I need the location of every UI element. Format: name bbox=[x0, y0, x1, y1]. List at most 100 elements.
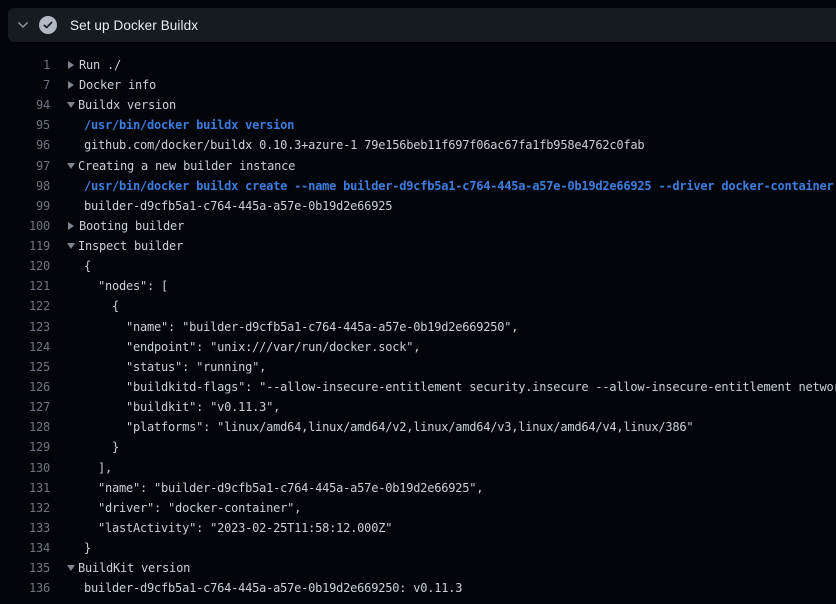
group-title[interactable]: Inspect builder bbox=[78, 236, 183, 256]
line-number[interactable]: 119 bbox=[0, 236, 50, 256]
log-viewer: 1Run ./7Docker info94Buildx version95/us… bbox=[0, 55, 836, 599]
log-line: 130 ], bbox=[0, 458, 836, 478]
output-text: builder-d9cfb5a1-c764-445a-a57e-0b19d2e6… bbox=[50, 578, 462, 598]
log-line: 127 "buildkit": "v0.11.3", bbox=[0, 397, 836, 417]
output-text: "name": "builder-d9cfb5a1-c764-445a-a57e… bbox=[50, 478, 483, 498]
line-number[interactable]: 129 bbox=[0, 437, 50, 457]
output-text: "driver": "docker-container", bbox=[50, 498, 301, 518]
log-line: 95/usr/bin/docker buildx version bbox=[0, 115, 836, 135]
log-group-toggle[interactable]: Inspect builder bbox=[50, 236, 183, 256]
line-number[interactable]: 134 bbox=[0, 538, 50, 558]
log-line: 128 "platforms": "linux/amd64,linux/amd6… bbox=[0, 417, 836, 437]
triangle-down-icon[interactable] bbox=[67, 243, 75, 249]
triangle-down-icon[interactable] bbox=[67, 565, 75, 571]
log-line: 98/usr/bin/docker buildx create --name b… bbox=[0, 176, 836, 196]
log-line: 121 "nodes": [ bbox=[0, 276, 836, 296]
log-group-toggle[interactable]: Run ./ bbox=[50, 55, 121, 75]
line-number[interactable]: 127 bbox=[0, 397, 50, 417]
output-text: "endpoint": "unix:///var/run/docker.sock… bbox=[50, 337, 420, 357]
log-line: 120{ bbox=[0, 256, 836, 276]
log-group-toggle[interactable]: Buildx version bbox=[50, 95, 176, 115]
log-line: 124 "endpoint": "unix:///var/run/docker.… bbox=[0, 337, 836, 357]
line-number[interactable]: 125 bbox=[0, 357, 50, 377]
line-number[interactable]: 130 bbox=[0, 458, 50, 478]
output-text: "status": "running", bbox=[50, 357, 266, 377]
output-text: "buildkit": "v0.11.3", bbox=[50, 397, 280, 417]
output-text: ], bbox=[50, 458, 112, 478]
line-number[interactable]: 98 bbox=[0, 176, 50, 196]
log-group-toggle[interactable]: BuildKit version bbox=[50, 558, 190, 578]
log-line: 135 BuildKit version bbox=[0, 558, 836, 578]
group-title[interactable]: Creating a new builder instance bbox=[78, 156, 295, 176]
log-line: 7 Docker info bbox=[0, 75, 836, 95]
line-number[interactable]: 1 bbox=[0, 55, 50, 75]
log-line: 119 Inspect builder bbox=[0, 236, 836, 256]
output-text: } bbox=[50, 437, 119, 457]
output-text: github.com/docker/buildx 0.10.3+azure-1 … bbox=[50, 135, 644, 155]
command-text: /usr/bin/docker buildx version bbox=[50, 115, 294, 135]
line-number[interactable]: 100 bbox=[0, 216, 50, 236]
output-text: { bbox=[50, 256, 91, 276]
actions-log-page: { "header": { "title": "Set up Docker Bu… bbox=[0, 0, 836, 604]
triangle-down-icon[interactable] bbox=[67, 163, 75, 169]
triangle-right-icon[interactable] bbox=[68, 81, 74, 89]
line-number[interactable]: 121 bbox=[0, 276, 50, 296]
line-number[interactable]: 126 bbox=[0, 377, 50, 397]
log-group-toggle[interactable]: Creating a new builder instance bbox=[50, 156, 295, 176]
log-line: 136builder-d9cfb5a1-c764-445a-a57e-0b19d… bbox=[0, 578, 836, 598]
step-title: Set up Docker Buildx bbox=[70, 18, 198, 33]
group-title[interactable]: Docker info bbox=[79, 75, 156, 95]
log-group-toggle[interactable]: Booting builder bbox=[50, 216, 184, 236]
triangle-right-icon[interactable] bbox=[68, 222, 74, 230]
log-line: 94 Buildx version bbox=[0, 95, 836, 115]
log-line: 100 Booting builder bbox=[0, 216, 836, 236]
line-number[interactable]: 7 bbox=[0, 75, 50, 95]
log-line: 134} bbox=[0, 538, 836, 558]
line-number[interactable]: 94 bbox=[0, 95, 50, 115]
log-line: 122 { bbox=[0, 296, 836, 316]
group-title[interactable]: Booting builder bbox=[79, 216, 184, 236]
command-text: /usr/bin/docker buildx create --name bui… bbox=[50, 176, 834, 196]
line-number[interactable]: 128 bbox=[0, 417, 50, 437]
output-text: "lastActivity": "2023-02-25T11:58:12.000… bbox=[50, 518, 392, 538]
triangle-right-icon[interactable] bbox=[68, 61, 74, 69]
line-number[interactable]: 123 bbox=[0, 317, 50, 337]
line-number[interactable]: 132 bbox=[0, 498, 50, 518]
output-text: { bbox=[50, 296, 119, 316]
log-line: 129 } bbox=[0, 437, 836, 457]
line-number[interactable]: 96 bbox=[0, 135, 50, 155]
step-header[interactable]: Set up Docker Buildx bbox=[8, 8, 836, 42]
log-line: 96github.com/docker/buildx 0.10.3+azure-… bbox=[0, 135, 836, 155]
group-title[interactable]: Run ./ bbox=[79, 55, 121, 75]
log-line: 123 "name": "builder-d9cfb5a1-c764-445a-… bbox=[0, 317, 836, 337]
output-text: "name": "builder-d9cfb5a1-c764-445a-a57e… bbox=[50, 317, 518, 337]
line-number[interactable]: 97 bbox=[0, 156, 50, 176]
log-line: 126 "buildkitd-flags": "--allow-insecure… bbox=[0, 377, 836, 397]
output-text: "buildkitd-flags": "--allow-insecure-ent… bbox=[50, 377, 836, 397]
log-line: 133 "lastActivity": "2023-02-25T11:58:12… bbox=[0, 518, 836, 538]
line-number[interactable]: 99 bbox=[0, 196, 50, 216]
group-title[interactable]: BuildKit version bbox=[78, 558, 190, 578]
line-number[interactable]: 133 bbox=[0, 518, 50, 538]
line-number[interactable]: 131 bbox=[0, 478, 50, 498]
output-text: "nodes": [ bbox=[50, 276, 168, 296]
log-line: 131 "name": "builder-d9cfb5a1-c764-445a-… bbox=[0, 478, 836, 498]
check-circle-icon bbox=[39, 16, 57, 34]
log-line: 97 Creating a new builder instance bbox=[0, 156, 836, 176]
line-number[interactable]: 95 bbox=[0, 115, 50, 135]
log-line: 99builder-d9cfb5a1-c764-445a-a57e-0b19d2… bbox=[0, 196, 836, 216]
line-number[interactable]: 122 bbox=[0, 296, 50, 316]
line-number[interactable]: 120 bbox=[0, 256, 50, 276]
line-number[interactable]: 124 bbox=[0, 337, 50, 357]
log-line: 125 "status": "running", bbox=[0, 357, 836, 377]
log-group-toggle[interactable]: Docker info bbox=[50, 75, 156, 95]
chevron-down-icon[interactable] bbox=[15, 17, 31, 33]
line-number[interactable]: 136 bbox=[0, 578, 50, 598]
log-line: 1 Run ./ bbox=[0, 55, 836, 75]
output-text: } bbox=[50, 538, 91, 558]
line-number[interactable]: 135 bbox=[0, 558, 50, 578]
group-title[interactable]: Buildx version bbox=[78, 95, 176, 115]
triangle-down-icon[interactable] bbox=[67, 102, 75, 108]
output-text: "platforms": "linux/amd64,linux/amd64/v2… bbox=[50, 417, 693, 437]
output-text: builder-d9cfb5a1-c764-445a-a57e-0b19d2e6… bbox=[50, 196, 392, 216]
